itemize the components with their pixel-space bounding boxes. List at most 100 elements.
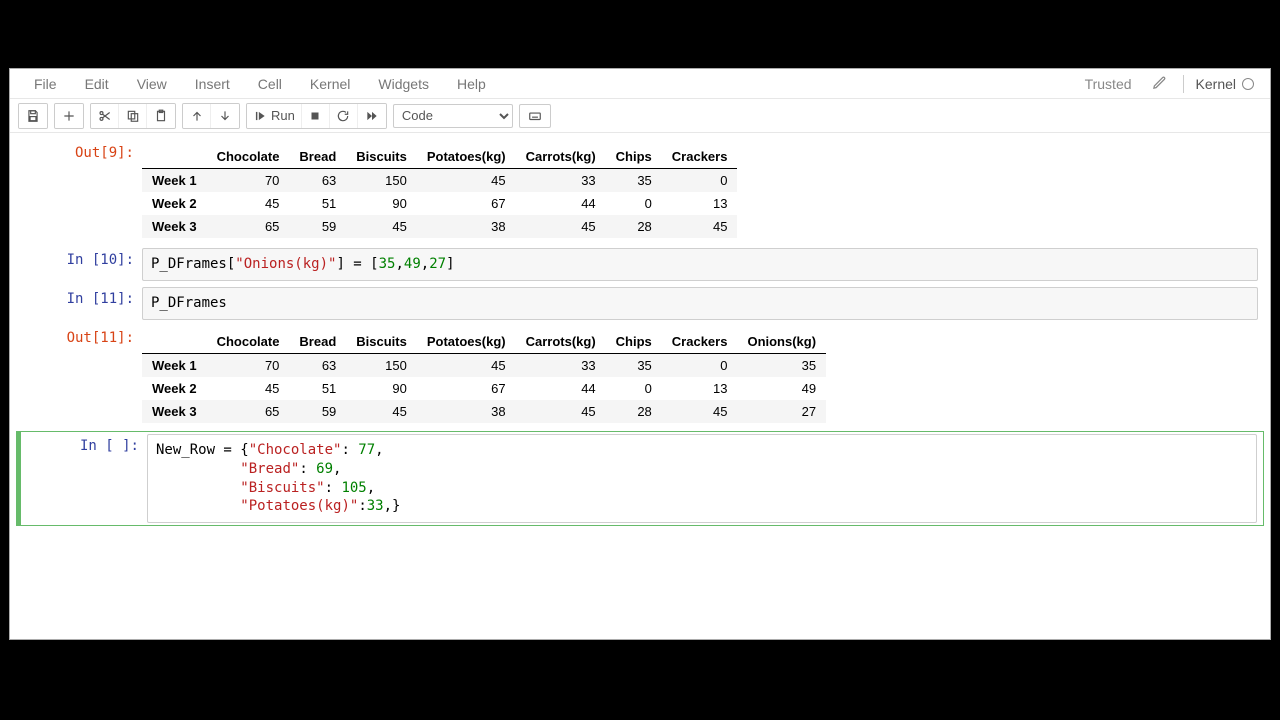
cell-value: 45 [207,192,290,215]
code-cell-10[interactable]: In [10]: P_DFrames["Onions(kg)"] = [35,4… [16,246,1264,283]
table-row: Week 36559453845284527 [142,400,826,423]
cell-value: 44 [516,377,606,400]
scissors-icon [98,109,112,123]
table-header: Chips [606,145,662,169]
cell-value: 45 [417,353,516,377]
cell-value: 38 [417,215,516,238]
menu-bar: File Edit View Insert Cell Kernel Widget… [10,69,1270,99]
cell-value: 44 [516,192,606,215]
table-header: Potatoes(kg) [417,330,516,354]
table-row: Week 24551906744013 [142,192,737,215]
notebook-area[interactable]: Out[9]: ChocolateBreadBiscuitsPotatoes(k… [10,133,1270,639]
cell-value: 49 [737,377,826,400]
run-icon [253,109,267,123]
code-input-active[interactable]: New_Row = {"Chocolate": 77, "Bread": 69,… [147,434,1257,524]
add-cell-button[interactable] [55,104,83,128]
table-header: Chocolate [207,145,290,169]
move-up-button[interactable] [183,104,211,128]
edit-icon[interactable] [1142,75,1177,93]
table-header: Carrots(kg) [516,145,606,169]
menu-edit[interactable]: Edit [71,72,123,96]
trusted-indicator: Trusted [1075,76,1142,92]
menu-view[interactable]: View [123,72,181,96]
restart-button[interactable] [330,104,358,128]
cell-value: 59 [289,215,346,238]
paste-button[interactable] [147,104,175,128]
cell-value: 35 [606,169,662,193]
row-label: Week 3 [142,400,207,423]
menu-file[interactable]: File [20,72,71,96]
row-label: Week 2 [142,192,207,215]
table-header: Crackers [662,145,738,169]
copy-button[interactable] [119,104,147,128]
cell-value: 45 [662,400,738,423]
code-cell-active[interactable]: In [ ]: New_Row = {"Chocolate": 77, "Bre… [16,431,1264,527]
restart-run-all-button[interactable] [358,104,386,128]
cell-value: 45 [516,215,606,238]
cell-value: 33 [516,169,606,193]
table-header: Biscuits [346,145,417,169]
cell-value: 63 [289,353,346,377]
cell-value: 35 [606,353,662,377]
table-header: Bread [289,330,346,354]
cell-value: 65 [207,400,290,423]
divider [1183,75,1184,93]
code-input-11[interactable]: P_DFrames [142,287,1258,320]
table-header: Chips [606,330,662,354]
menu-widgets[interactable]: Widgets [364,72,443,96]
toolbar: Run Code [10,99,1270,133]
copy-icon [126,109,140,123]
in-prompt-empty: In [ ]: [27,434,147,524]
run-label: Run [271,108,295,123]
table-header: Chocolate [207,330,290,354]
cell-value: 65 [207,215,290,238]
menu-cell[interactable]: Cell [244,72,296,96]
cell-value: 51 [289,377,346,400]
save-icon [26,109,40,123]
table-row: Week 170631504533350 [142,169,737,193]
run-button[interactable]: Run [247,104,302,128]
cell-value: 13 [662,377,738,400]
kernel-status: Kernel [1190,76,1260,92]
dataframe-output-11: ChocolateBreadBiscuitsPotatoes(kg)Carrot… [142,330,826,423]
table-row: Week 2455190674401349 [142,377,826,400]
cell-value: 45 [346,400,417,423]
cell-value: 28 [606,400,662,423]
table-header: Biscuits [346,330,417,354]
cell-value: 0 [606,192,662,215]
table-header: Onions(kg) [737,330,826,354]
move-down-button[interactable] [211,104,239,128]
interrupt-button[interactable] [302,104,330,128]
cell-value: 45 [662,215,738,238]
in-prompt-11: In [11]: [22,287,142,320]
table-header: Bread [289,145,346,169]
save-button[interactable] [19,104,47,128]
row-label: Week 1 [142,353,207,377]
cell-value: 38 [417,400,516,423]
row-label: Week 2 [142,377,207,400]
dataframe-output-9: ChocolateBreadBiscuitsPotatoes(kg)Carrot… [142,145,737,238]
output-cell-9: Out[9]: ChocolateBreadBiscuitsPotatoes(k… [16,139,1264,244]
code-cell-11[interactable]: In [11]: P_DFrames [16,285,1264,322]
table-header: Potatoes(kg) [417,145,516,169]
menu-kernel[interactable]: Kernel [296,72,364,96]
keyboard-icon [528,109,542,123]
code-input-10[interactable]: P_DFrames["Onions(kg)"] = [35,49,27] [142,248,1258,281]
paste-icon [154,109,168,123]
table-header [142,330,207,354]
cell-value: 70 [207,353,290,377]
table-header [142,145,207,169]
cell-value: 27 [737,400,826,423]
cell-value: 70 [207,169,290,193]
cell-value: 0 [662,353,738,377]
cell-value: 67 [417,192,516,215]
cell-value: 45 [417,169,516,193]
cell-value: 59 [289,400,346,423]
cell-value: 0 [662,169,738,193]
menu-help[interactable]: Help [443,72,500,96]
cell-value: 45 [346,215,417,238]
menu-insert[interactable]: Insert [181,72,244,96]
celltype-select[interactable]: Code [393,104,513,128]
command-palette-button[interactable] [519,104,551,128]
cut-button[interactable] [91,104,119,128]
